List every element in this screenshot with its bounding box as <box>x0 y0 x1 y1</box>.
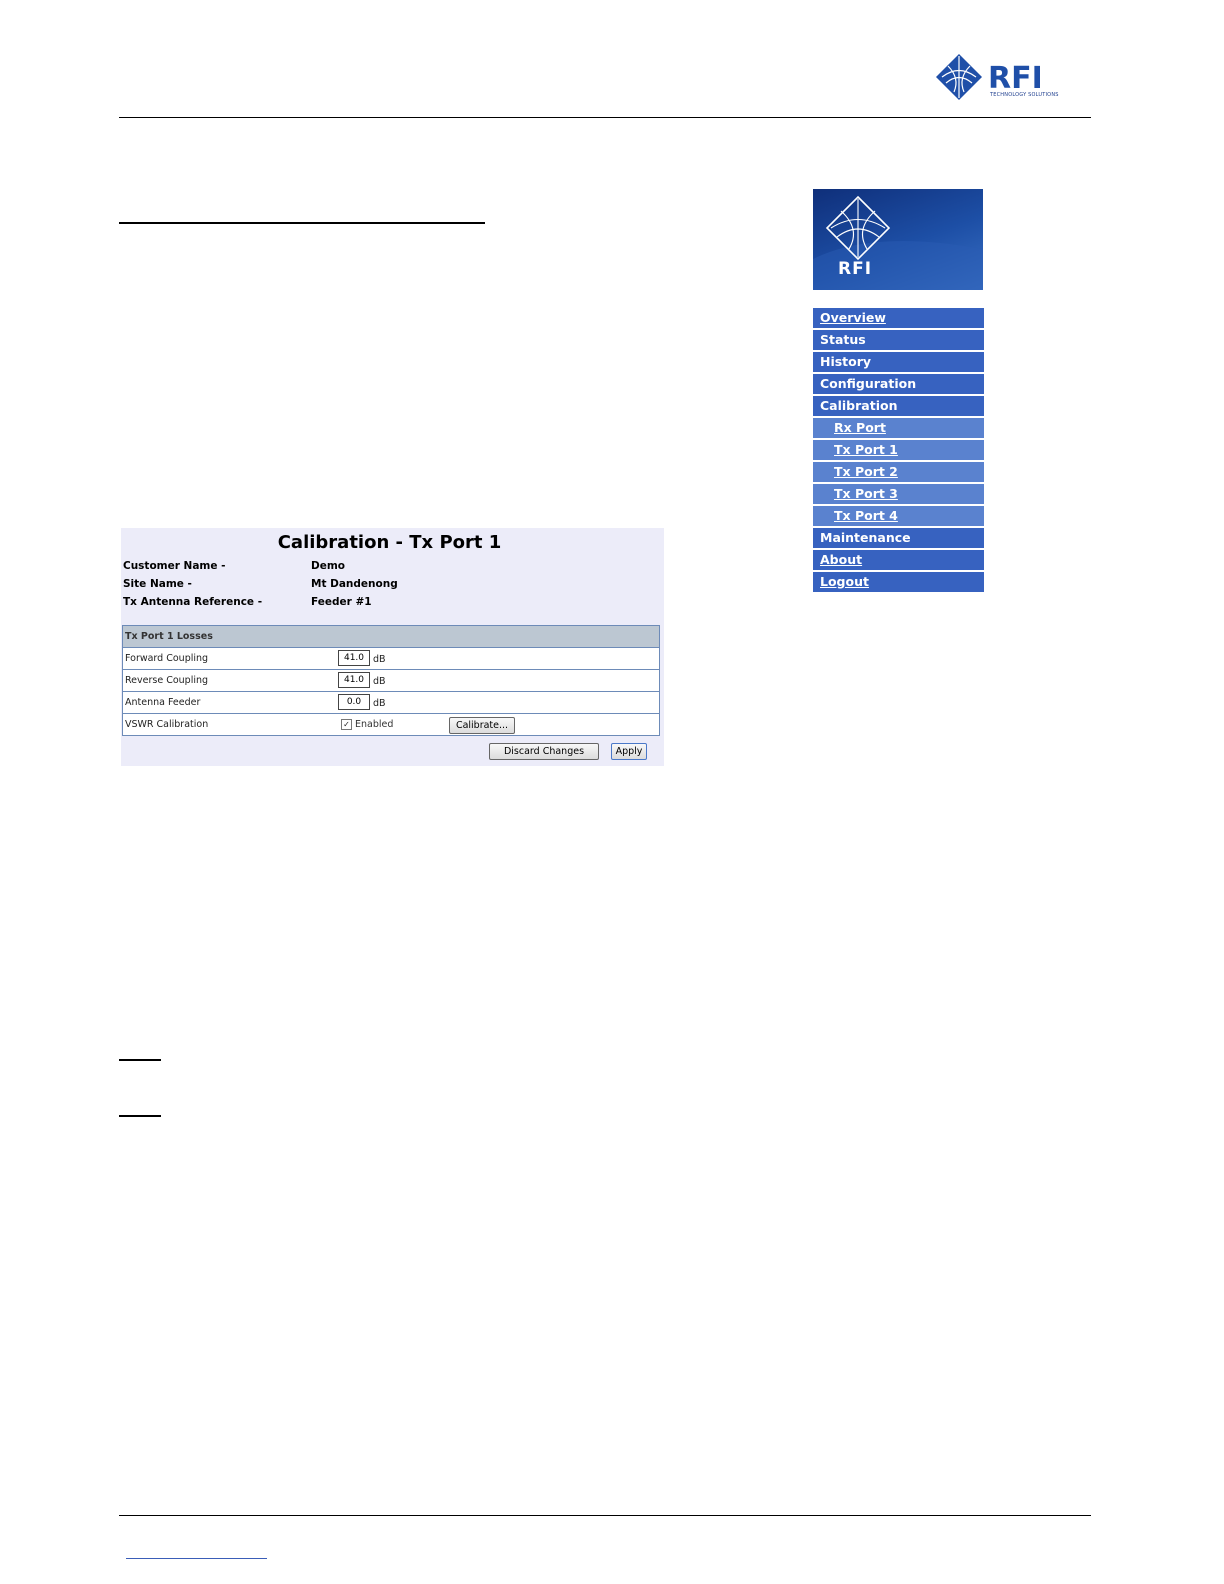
sidebar-item-label: Maintenance <box>820 530 911 545</box>
sidebar-item-tx-port-1[interactable]: Tx Port 1 <box>813 440 984 460</box>
sidebar-item-label: Configuration <box>820 376 917 391</box>
sidebar-item-logout[interactable]: Logout <box>813 572 984 592</box>
site-name-value: Mt Dandenong <box>311 578 398 590</box>
vswr-enabled-checkbox[interactable]: ✓ <box>341 719 352 730</box>
table-row: Forward Coupling dB <box>123 648 659 670</box>
table-row: VSWR Calibration ✓ Enabled Calibrate... <box>123 714 659 735</box>
tx-antenna-reference-value: Feeder #1 <box>311 596 372 608</box>
sidebar-item-label: History <box>820 354 872 369</box>
customer-name-label: Customer Name - <box>123 560 226 572</box>
sidebar-item-history[interactable]: History <box>813 352 984 372</box>
sidebar-item-label: Overview <box>820 310 886 325</box>
sidebar-item-label: Tx Port 3 <box>834 486 898 501</box>
sidebar-item-status[interactable]: Status <box>813 330 984 350</box>
sidebar-rfi-logo: RFI <box>813 189 983 290</box>
sidebar-item-label: About <box>820 552 863 567</box>
tx-antenna-reference-label: Tx Antenna Reference - <box>123 596 263 608</box>
sidebar-item-label: Tx Port 2 <box>834 464 898 479</box>
sidebar-item-label: Calibration <box>820 398 898 413</box>
panel-title: Calibration - Tx Port 1 <box>277 532 502 553</box>
footer-rule <box>119 1515 1091 1516</box>
sidebar-item-rx-port[interactable]: Rx Port <box>813 418 984 438</box>
vswr-calibration-label: VSWR Calibration <box>125 719 209 730</box>
forward-coupling-input[interactable] <box>338 650 370 666</box>
reverse-coupling-label: Reverse Coupling <box>125 675 209 686</box>
sidebar-item-overview[interactable]: Overview <box>813 308 984 328</box>
sidebar-item-label: Status <box>820 332 866 347</box>
note-marker-underline <box>119 1059 161 1061</box>
antenna-feeder-unit: dB <box>373 698 386 709</box>
header-logo-text: RFI <box>988 61 1043 96</box>
sidebar-item-tx-port-3[interactable]: Tx Port 3 <box>813 484 984 504</box>
sidebar-logo-text: RFI <box>838 259 873 279</box>
forward-coupling-label: Forward Coupling <box>125 653 209 664</box>
sidebar-item-label: Rx Port <box>834 420 886 435</box>
note-marker-underline <box>119 1115 161 1117</box>
sidebar-item-tx-port-2[interactable]: Tx Port 2 <box>813 462 984 482</box>
sidebar-item-configuration[interactable]: Configuration <box>813 374 984 394</box>
table-row: Antenna Feeder dB <box>123 692 659 714</box>
footer-link-underline <box>126 1558 267 1559</box>
rfi-header-logo: RFI TECHNOLOGY SOLUTIONS <box>934 52 1064 104</box>
calibration-panel: Calibration - Tx Port 1 Customer Name - … <box>121 528 664 766</box>
reverse-coupling-input[interactable] <box>338 672 370 688</box>
sidebar-item-maintenance[interactable]: Maintenance <box>813 528 984 548</box>
header-logo-subtext: TECHNOLOGY SOLUTIONS <box>990 92 1059 98</box>
sidebar-item-about[interactable]: About <box>813 550 984 570</box>
reverse-coupling-unit: dB <box>373 676 386 687</box>
losses-table-header: Tx Port 1 Losses <box>123 626 659 648</box>
section-heading-underline <box>119 222 485 224</box>
discard-changes-button[interactable]: Discard Changes <box>489 743 599 760</box>
sidebar-item-tx-port-4[interactable]: Tx Port 4 <box>813 506 984 526</box>
customer-name-value: Demo <box>311 560 345 572</box>
sidebar-item-label: Tx Port 1 <box>834 442 898 457</box>
forward-coupling-unit: dB <box>373 654 386 665</box>
sidebar-item-label: Logout <box>820 574 869 589</box>
site-name-label: Site Name - <box>123 578 192 590</box>
tx-port-losses-table: Tx Port 1 Losses Forward Coupling dB Rev… <box>122 625 660 736</box>
calibrate-button[interactable]: Calibrate... <box>449 717 515 734</box>
sidebar-item-calibration[interactable]: Calibration <box>813 396 984 416</box>
sidebar-item-label: Tx Port 4 <box>834 508 898 523</box>
header-rule <box>119 117 1091 118</box>
antenna-feeder-label: Antenna Feeder <box>125 697 201 708</box>
apply-button[interactable]: Apply <box>611 743 647 760</box>
antenna-feeder-input[interactable] <box>338 694 370 710</box>
vswr-enabled-label: Enabled <box>355 719 394 730</box>
table-row: Reverse Coupling dB <box>123 670 659 692</box>
sidebar-nav: Overview Status History Configuration Calibr… <box>813 308 984 594</box>
